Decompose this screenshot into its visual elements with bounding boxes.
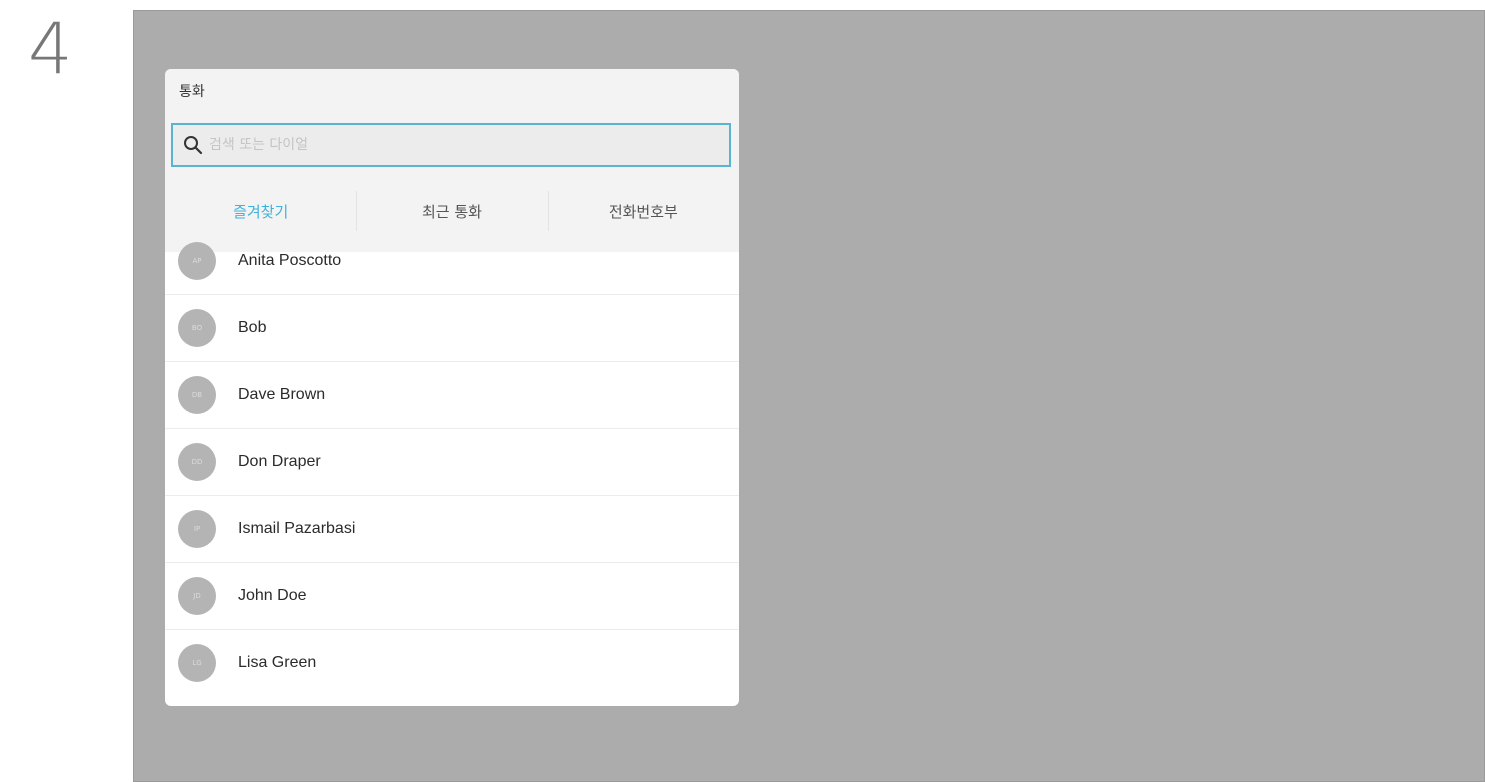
avatar: JD bbox=[178, 577, 216, 615]
contact-list: AP Anita Poscotto BO Bob DB Dave Brown D… bbox=[165, 227, 739, 696]
contact-name: Don Draper bbox=[238, 453, 321, 470]
avatar: AP bbox=[178, 241, 216, 280]
dialog-title: 통화 bbox=[179, 84, 205, 100]
device-screen: 통화 즐겨찾기 최근 통화 전화번호부 AP Anita Poscotto bbox=[133, 10, 1485, 782]
contact-name: Bob bbox=[238, 319, 267, 336]
contact-name: Anita Poscotto bbox=[238, 251, 342, 269]
contact-row[interactable]: AP Anita Poscotto bbox=[165, 227, 739, 294]
contact-name: John Doe bbox=[238, 587, 307, 604]
dialog-header: 통화 즐겨찾기 최근 통화 전화번호부 bbox=[165, 69, 739, 252]
avatar: LG bbox=[178, 644, 216, 682]
contact-row[interactable]: IP Ismail Pazarbasi bbox=[165, 495, 739, 562]
contact-name: Dave Brown bbox=[238, 386, 326, 403]
avatar: DB bbox=[178, 376, 216, 414]
step-number: 4 bbox=[28, 8, 73, 90]
search-icon bbox=[183, 135, 203, 155]
contact-row[interactable]: BO Bob bbox=[165, 294, 739, 361]
contact-name: Ismail Pazarbasi bbox=[238, 520, 356, 537]
search-box[interactable] bbox=[171, 123, 731, 167]
contact-name: Lisa Green bbox=[238, 654, 317, 671]
avatar: BO bbox=[178, 309, 216, 347]
contact-row[interactable]: LG Lisa Green bbox=[165, 629, 739, 696]
contact-row[interactable]: JD John Doe bbox=[165, 562, 739, 629]
avatar: IP bbox=[178, 510, 216, 548]
contact-row[interactable]: DB Dave Brown bbox=[165, 361, 739, 428]
avatar: DD bbox=[178, 443, 216, 481]
search-input[interactable] bbox=[209, 137, 689, 153]
contact-row[interactable]: DD Don Draper bbox=[165, 428, 739, 495]
call-dialog: 통화 즐겨찾기 최근 통화 전화번호부 AP Anita Poscotto bbox=[165, 69, 739, 706]
